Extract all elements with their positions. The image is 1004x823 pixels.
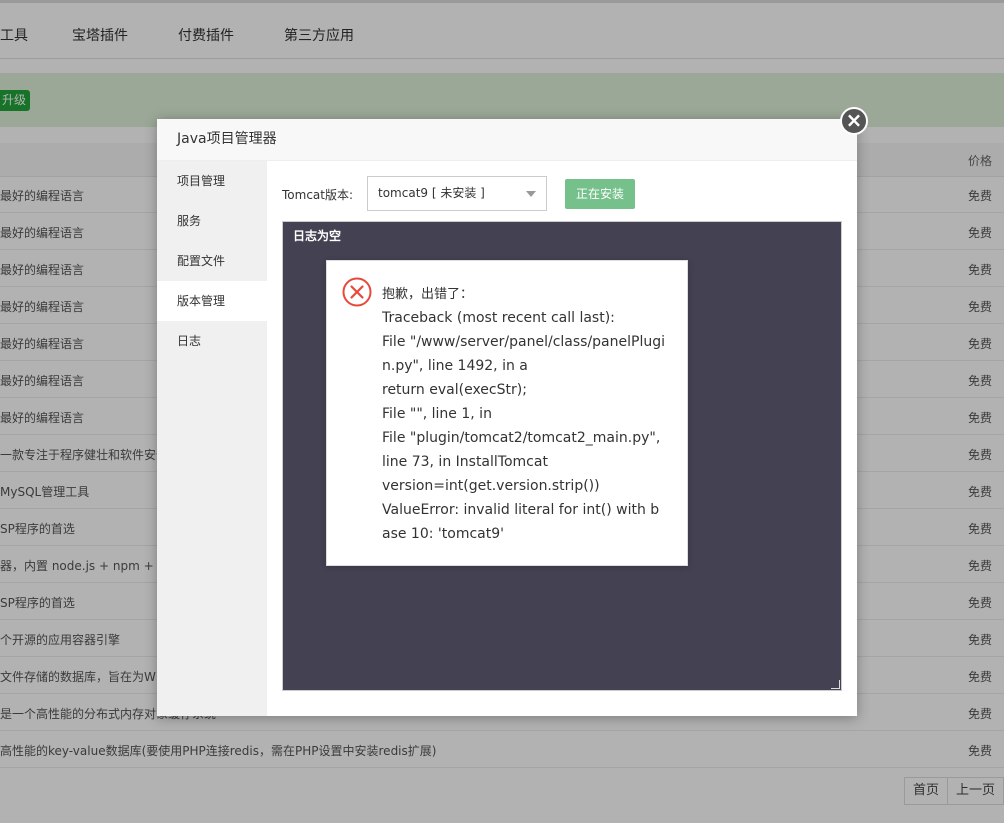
error-line: version=int(get.version.strip()) (382, 478, 600, 494)
tomcat-version-label: Tomcat版本: (282, 188, 354, 202)
sidebar-item-0[interactable]: 项目管理 (157, 161, 267, 201)
close-dialog-button[interactable]: × (840, 107, 868, 135)
error-line: File "plugin/tomcat2/tomcat2_main.py", l… (382, 430, 661, 470)
install-button[interactable]: 正在安装 (565, 179, 635, 209)
error-circle-x-icon (342, 277, 372, 307)
error-line: File "/www/server/panel/class/panelPlugi… (382, 334, 665, 374)
sidebar-item-3[interactable]: 版本管理 (157, 281, 267, 321)
sidebar-item-1[interactable]: 服务 (157, 201, 267, 241)
log-text: 日志为空 (293, 229, 342, 243)
dialog-title: Java项目管理器 (157, 119, 857, 161)
chevron-down-icon (526, 191, 536, 197)
dialog-sidebar: 项目管理 服务 配置文件 版本管理 日志 (157, 161, 267, 716)
tomcat-version-select[interactable]: tomcat9 [ 未安装 ] (367, 176, 547, 211)
sidebar-item-2[interactable]: 配置文件 (157, 241, 267, 281)
error-line: ValueError: invalid literal for int() wi… (382, 502, 660, 542)
resize-handle-icon[interactable] (831, 680, 840, 689)
error-line: File "", line 1, in (382, 406, 492, 422)
error-message: Traceback (most recent call last): File "… (382, 306, 667, 546)
error-title: 抱歉，出错了： (382, 287, 474, 302)
error-line: Traceback (most recent call last): (382, 310, 615, 326)
error-line: return eval(execStr); (382, 382, 527, 398)
sidebar-item-4[interactable]: 日志 (157, 321, 267, 361)
error-popup: 抱歉，出错了： Traceback (most recent call last… (326, 260, 688, 566)
tomcat-version-value: tomcat9 [ 未安装 ] (378, 186, 485, 200)
